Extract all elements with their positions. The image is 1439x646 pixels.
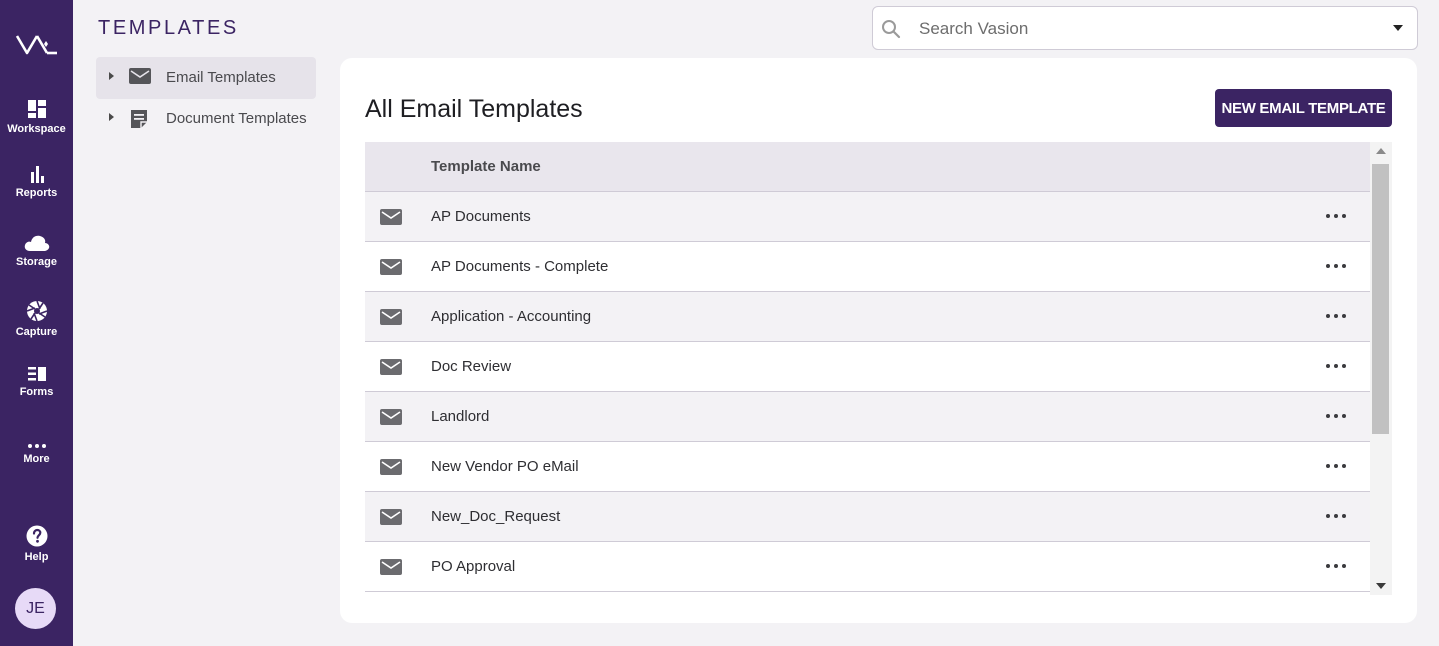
- table-row[interactable]: AP Documents - Complete: [365, 242, 1370, 292]
- rail-label-capture: Capture: [15, 326, 58, 338]
- tree-label-document-templates: Document Templates: [166, 110, 307, 127]
- rail-item-more[interactable]: More: [0, 437, 73, 465]
- mail-icon: [380, 358, 402, 381]
- rail-label-forms: Forms: [19, 386, 54, 398]
- mail-icon: [380, 558, 402, 581]
- mail-icon: [380, 508, 402, 531]
- scroll-up-icon[interactable]: [1376, 148, 1386, 154]
- tree-item-document-templates[interactable]: Document Templates: [96, 98, 316, 140]
- table-row[interactable]: Doc Review: [365, 342, 1370, 392]
- row-more-actions-icon[interactable]: [1326, 314, 1346, 320]
- template-name-cell: PO Approval: [431, 558, 516, 575]
- rail-label-more: More: [23, 453, 50, 465]
- row-more-actions-icon[interactable]: [1326, 464, 1346, 470]
- mail-icon: [129, 67, 151, 90]
- document-icon: [129, 108, 149, 135]
- new-email-template-button[interactable]: NEW EMAIL TEMPLATE: [1215, 89, 1392, 127]
- template-name-cell: New Vendor PO eMail: [431, 458, 579, 475]
- scrollbar-thumb[interactable]: [1372, 164, 1389, 434]
- row-more-actions-icon[interactable]: [1326, 564, 1346, 570]
- left-nav-rail: Workspace Reports Storage Capture Forms: [0, 0, 73, 646]
- column-header-template-name[interactable]: Template Name: [431, 158, 541, 175]
- help-circle-icon: [26, 525, 47, 547]
- expand-arrow-icon[interactable]: [109, 113, 114, 121]
- template-name-cell: Application - Accounting: [431, 308, 592, 325]
- table-row[interactable]: New_Doc_Request: [365, 492, 1370, 542]
- table-header: Template Name: [365, 142, 1370, 192]
- rail-label-help: Help: [24, 551, 49, 563]
- row-more-actions-icon[interactable]: [1326, 214, 1346, 220]
- rail-item-help[interactable]: Help: [0, 525, 73, 563]
- aperture-icon: [26, 300, 47, 322]
- mail-icon: [380, 258, 402, 281]
- scroll-down-icon[interactable]: [1376, 583, 1386, 589]
- table-row[interactable]: AP Documents: [365, 192, 1370, 242]
- rail-label-workspace: Workspace: [7, 123, 66, 135]
- template-name-cell: Landlord: [431, 408, 490, 425]
- rail-label-storage: Storage: [16, 256, 57, 268]
- tree-item-email-templates[interactable]: Email Templates: [96, 57, 316, 99]
- search-icon: [881, 19, 901, 44]
- bar-chart-icon: [30, 166, 44, 183]
- table-row[interactable]: PO Approval: [365, 542, 1370, 592]
- template-name-cell: New_Doc_Request: [431, 508, 561, 525]
- mail-icon: [380, 208, 402, 231]
- more-horizontal-icon: [27, 444, 46, 448]
- template-name-cell: AP Documents - Complete: [431, 258, 609, 275]
- table-scrollbar[interactable]: [1370, 142, 1392, 595]
- rail-label-reports: Reports: [15, 187, 58, 199]
- rail-item-workspace[interactable]: Workspace: [0, 99, 73, 135]
- rail-item-capture[interactable]: Capture: [0, 300, 73, 338]
- global-search: [872, 6, 1418, 50]
- template-name-cell: AP Documents: [431, 208, 531, 225]
- row-more-actions-icon[interactable]: [1326, 414, 1346, 420]
- template-name-cell: Doc Review: [431, 358, 512, 375]
- card-title: All Email Templates: [365, 95, 583, 123]
- table-row[interactable]: Landlord: [365, 392, 1370, 442]
- expand-arrow-icon[interactable]: [109, 72, 114, 80]
- rail-item-forms[interactable]: Forms: [0, 366, 73, 398]
- search-input[interactable]: [919, 17, 1359, 41]
- table-row[interactable]: New Vendor PO eMail: [365, 442, 1370, 492]
- rail-item-reports[interactable]: Reports: [0, 165, 73, 199]
- forms-icon: [27, 367, 46, 381]
- row-more-actions-icon[interactable]: [1326, 514, 1346, 520]
- search-dropdown-caret-icon[interactable]: [1393, 25, 1403, 31]
- mail-icon: [380, 458, 402, 481]
- templates-table: Template Name AP Documents AP Documents -…: [365, 142, 1370, 595]
- page-title: TEMPLATES: [98, 17, 239, 39]
- table-row[interactable]: Application - Accounting: [365, 292, 1370, 342]
- avatar[interactable]: JE: [15, 588, 56, 629]
- templates-card: All Email Templates NEW EMAIL TEMPLATE T…: [340, 58, 1417, 623]
- rail-item-storage[interactable]: Storage: [0, 234, 73, 268]
- row-more-actions-icon[interactable]: [1326, 364, 1346, 370]
- mail-icon: [380, 408, 402, 431]
- mail-icon: [380, 308, 402, 331]
- dashboard-icon: [27, 100, 46, 118]
- vasion-logo[interactable]: [0, 30, 73, 62]
- tree-label-email-templates: Email Templates: [166, 69, 276, 86]
- row-more-actions-icon[interactable]: [1326, 264, 1346, 270]
- cloud-icon: [24, 235, 49, 251]
